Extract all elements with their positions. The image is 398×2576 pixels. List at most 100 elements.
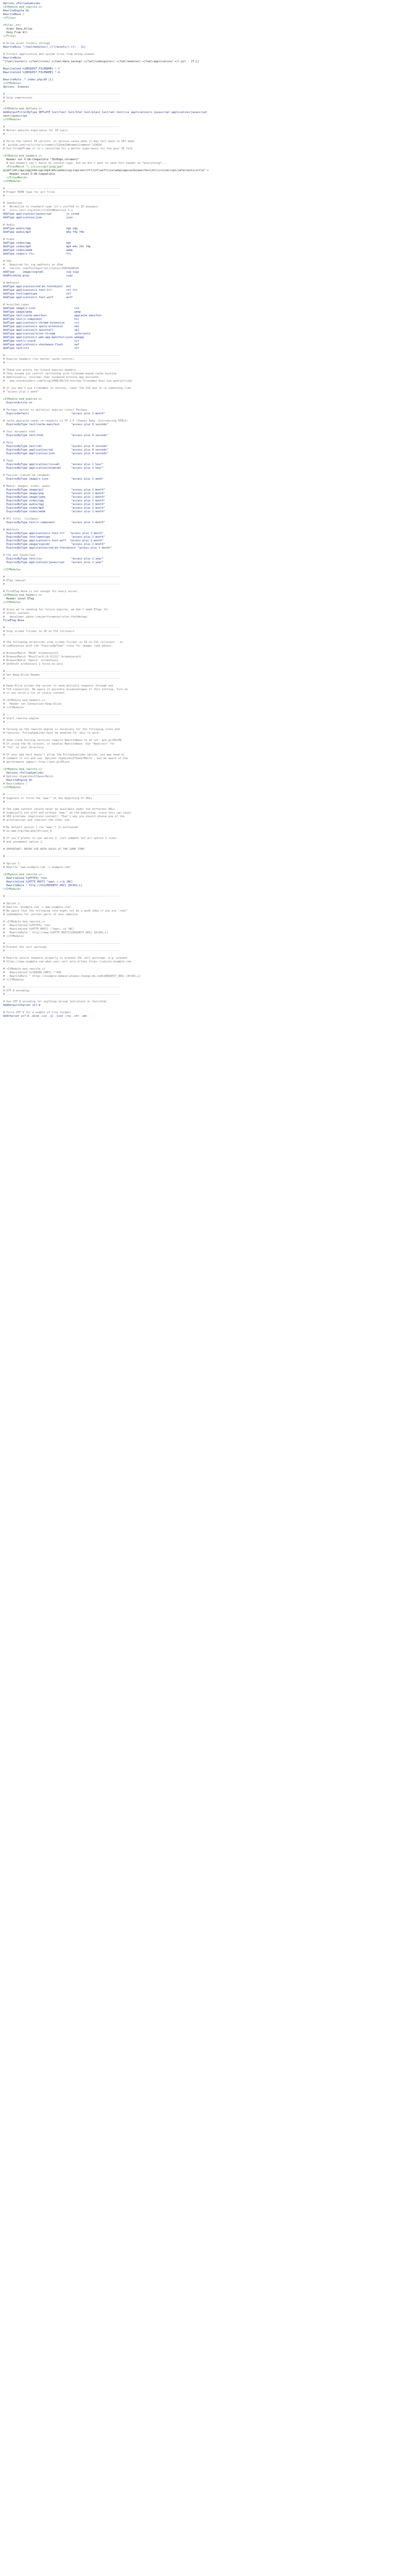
- comment-line: # </IfModule>: [3, 935, 24, 938]
- directive-line: AddType application/x-shockwave-flash sw…: [3, 343, 79, 346]
- section-tag-line: <IfModule mod_headers.c>: [3, 155, 42, 158]
- comment-line: # www.stevesouders.com/blog/2008/08/23/r…: [3, 380, 133, 383]
- directive-line: AddCharset utf-8 .atom .css .js .json .r…: [3, 1015, 88, 1018]
- comment-line: # Perhaps better to whitelist expires ru…: [3, 409, 89, 412]
- directive-line: AddType audio/mp4 m4a f4a f4b: [3, 231, 84, 234]
- directive-line: AddDefaultCharset utf-8: [3, 1004, 40, 1007]
- comment-line: # --------------------------------------…: [3, 721, 120, 724]
- comment-line: # cache.appcache needs re-requests in FF…: [3, 419, 128, 423]
- code-line: Header unset X-UA-Compatible: [3, 173, 55, 176]
- code-line: Order Deny,Allow: [3, 27, 33, 31]
- comment-line: # features. FollowSymLinks must be enabl…: [3, 732, 101, 735]
- directive-line: ExpiresByType text/xml "access plus 0 se…: [3, 445, 109, 448]
- directive-line: ExpiresByType audio/ogg "access plus 1 m…: [3, 503, 105, 506]
- directive-line: ExpiresByType video/ogg "access plus 1 m…: [3, 499, 105, 502]
- comment-line: # --------------------------------------…: [3, 713, 120, 717]
- directive-line: RewriteRule: [3, 57, 21, 60]
- comment-line: # RewriteCond %{HTTP_HOST} !^www\..+$ [N…: [3, 928, 75, 931]
- comment-line: # The same content should never be avail…: [3, 808, 118, 811]
- code-line: g|pdf|xml|oga|ogg|m4a|ogv|mp4|m4v|webm|s…: [3, 169, 209, 172]
- comment-line: # --------------------------------------…: [3, 583, 120, 586]
- comment-line: # Your document html: [3, 430, 36, 433]
- comment-line: # Rewrite "example.com -> www.example.co…: [3, 906, 72, 909]
- directive-line: ExpiresByType application/x-font-ttf "ac…: [3, 532, 104, 535]
- comment-line: # combination with the "ExpiresByType" r…: [3, 645, 113, 648]
- directive-line: ExpiresByType application/javascript "ac…: [3, 561, 104, 564]
- directive-line: RewriteCond %{REQUEST_FILENAME} !-d: [3, 71, 60, 74]
- section-tag-line: <IfModule mod_headers.c>: [3, 594, 42, 597]
- comment-line: # Webfonts: [3, 282, 20, 285]
- comment-line: # BrowserMatch "MSIE" brokenvary=1: [3, 652, 59, 655]
- comment-line: # static content.: [3, 612, 31, 615]
- section-tag-line: </IfModule>: [3, 180, 21, 183]
- directive-line: AddType video/webm webm: [3, 249, 73, 252]
- comment-line: # --------------------------------------…: [3, 634, 120, 637]
- code-line: Header unset ETag: [3, 597, 34, 600]
- directive-line: AddType application/vnd.ms-fontobject eo…: [3, 285, 72, 288]
- comment-line: # --------------------------------------…: [3, 949, 120, 953]
- comment-line: # Option 2:: [3, 902, 21, 905]
- section-tag-line: </Files>: [3, 35, 16, 38]
- comment-line: # --------------------------------------…: [3, 670, 120, 673]
- directive-line: AddType application/json json: [3, 216, 73, 219]
- comment-line: # --------------------------------------…: [3, 855, 120, 858]
- comment-line: # SEO problems (duplicate content). That…: [3, 815, 125, 818]
- comment-line: # --------------------------------------…: [3, 986, 120, 989]
- comment-line: # "for" in your directory.: [3, 746, 46, 749]
- directive-line: RewriteCond %{HTTPS} !=on: [3, 877, 47, 880]
- comment-line: # Use UTF-8 encoding for anything served…: [3, 1000, 107, 1003]
- directive-line: ExpiresByType application/rss+xml "acces…: [3, 463, 104, 466]
- code-line: text/javascript: [3, 115, 27, 118]
- directive-line: AddType text/x-vcard vcf: [3, 340, 79, 343]
- comment-line: # Use ChromeFrame if it's installed for …: [3, 147, 133, 150]
- directive-line: AddEncoding gzip svgz: [3, 274, 73, 277]
- comment-line: # SetEnvIf brokenvary 1 force-no-vary: [3, 663, 63, 666]
- directive-line: AddOutputFilterByType DEFLATE text/text …: [3, 111, 207, 114]
- directive-line: AddType application/octet-stream safarie…: [3, 332, 91, 335]
- section-tag-line: </IfModule>: [3, 82, 21, 85]
- comment-line: # Be aware that the following rule might…: [3, 909, 128, 913]
- comment-line: # "access plus 1 week": [3, 390, 39, 394]
- directive-line: RewriteRule ^ http://%1%{REQUEST_URI} [R…: [3, 884, 83, 887]
- comment-line: # FileETag None is not enough for every …: [3, 590, 79, 593]
- comment-line: # TCP-connection. Be aware of possible d…: [3, 688, 128, 691]
- directive-line: RewriteBase /: [3, 13, 24, 16]
- comment-line: # Data: [3, 441, 13, 444]
- comment-line: # JavaScript: [3, 202, 23, 205]
- comment-line: # Protect application and system files f…: [3, 53, 94, 56]
- directive-line: ExpiresByType text/css "access plus 1 ye…: [3, 557, 104, 561]
- comment-line: # developer.yahoo.com/performance/rules.…: [3, 615, 88, 619]
- directive-line: AddType video/mp4 mp4 m4v f4v f4p: [3, 245, 91, 248]
- section-tag-line: <IfModule mod_rewrite.c>: [3, 873, 42, 876]
- section-tag-line: <IfModule mod_rewrite.c>: [3, 6, 42, 9]
- directive-line: ExpiresByType video/webm "access plus 1 …: [3, 510, 105, 513]
- comment-line: # Rewrite secure requests properly to pr…: [3, 957, 128, 960]
- code-editor[interactable]: Options +FollowSymLinks <IfModule mod_rew…: [0, 0, 398, 2576]
- comment-line: # Feed: [3, 459, 13, 463]
- directive-line: AddType image/svg+xml svg svgz: [3, 271, 79, 274]
- comment-line: # Proper MIME type for all files: [3, 191, 55, 194]
